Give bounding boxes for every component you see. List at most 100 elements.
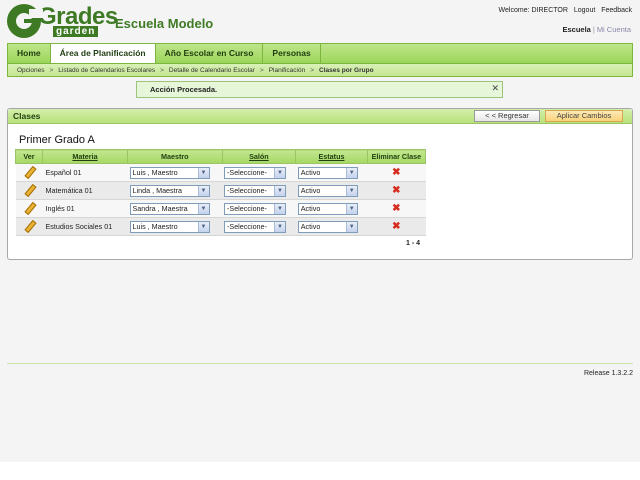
breadcrumb-separator: > (259, 67, 264, 74)
chevron-down-icon: ▼ (274, 203, 285, 214)
pencil-icon[interactable] (24, 221, 34, 231)
panel-title: Clases (13, 111, 41, 121)
column-header-salon[interactable]: Salón (221, 149, 297, 164)
column-header-materia[interactable]: Materia (42, 149, 128, 164)
materia-cell: Matemática 01 (42, 181, 128, 200)
mi-cuenta-link[interactable]: Mi Cuenta (597, 25, 631, 34)
salon-select[interactable]: -Seleccione- ▼ (224, 220, 286, 233)
estatus-select-value: Activo (300, 186, 321, 195)
table-header-row: Ver Materia Maestro Salón Estatus Elimin… (15, 149, 427, 164)
tab-ano-escolar[interactable]: Año Escolar en Curso (156, 44, 264, 63)
estatus-select[interactable]: Activo ▼ (297, 184, 358, 197)
context-separator: | (592, 25, 595, 34)
maestro-select-value: Luis , Maestro (132, 222, 178, 231)
maestro-cell: Luis , Maestro ▼ (127, 163, 222, 182)
chevron-down-icon: ▼ (345, 203, 357, 214)
welcome-text: Welcome: DIRECTOR (498, 7, 568, 14)
salon-select[interactable]: -Seleccione- ▼ (224, 202, 286, 215)
school-name: Escuela Modelo (115, 16, 214, 31)
context-links: Escuela | Mi Cuenta (563, 25, 632, 34)
salon-cell: -Seleccione- ▼ (222, 181, 296, 200)
salon-select[interactable]: -Seleccione- ▼ (224, 184, 286, 197)
edit-cell (15, 181, 43, 200)
pencil-icon[interactable] (24, 167, 34, 177)
table-row: Inglés 01 Sandra , Maestra ▼ -Seleccione-… (15, 199, 426, 218)
release-version: Release 1.3.2.2 (583, 370, 633, 377)
breadcrumb-opciones[interactable]: Opciones (17, 67, 44, 74)
materia-cell: Inglés 01 (42, 199, 128, 218)
maestro-select[interactable]: Luis , Maestro ▼ (129, 220, 210, 233)
delete-x-icon[interactable]: ✖ (392, 203, 400, 214)
maestro-select-value: Sandra , Maestra (132, 204, 188, 213)
salon-select-value: -Seleccione- (227, 222, 267, 231)
salon-select-value: -Seleccione- (227, 186, 267, 195)
pager-range: 1 - 4 (406, 240, 421, 247)
materia-cell: Estudios Sociales 01 (42, 217, 128, 236)
table-row: Estudios Sociales 01 Luis , Maestro ▼ -Se… (15, 217, 426, 236)
estatus-select-value: Activo (300, 222, 321, 231)
estatus-select[interactable]: Activo ▼ (297, 166, 358, 179)
top-links: Welcome: DIRECTOR Logout Feedback (495, 7, 632, 14)
breadcrumb-planificacion[interactable]: Planificación (269, 67, 306, 74)
column-header-maestro: Maestro (127, 149, 223, 164)
estatus-cell: Activo ▼ (295, 199, 368, 218)
column-header-ver: Ver (15, 149, 43, 164)
salon-select-value: -Seleccione- (227, 168, 267, 177)
materia-cell: Español 01 (42, 163, 128, 182)
logo-sub-text: garden (53, 26, 99, 37)
chevron-down-icon: ▼ (274, 185, 285, 196)
close-icon[interactable]: ✕ (491, 81, 499, 96)
group-title: Primer Grado A (19, 134, 95, 146)
chevron-down-icon: ▼ (345, 167, 357, 178)
chevron-down-icon: ▼ (274, 167, 285, 178)
panel-header: Clases < < Regresar Aplicar Cambios (8, 109, 632, 124)
estatus-select[interactable]: Activo ▼ (297, 202, 358, 215)
chevron-down-icon: ▼ (197, 203, 209, 214)
feedback-link[interactable]: Feedback (601, 7, 632, 14)
logo-g-gap (29, 9, 43, 18)
pencil-icon[interactable] (24, 203, 34, 213)
pencil-icon[interactable] (24, 185, 34, 195)
salon-select[interactable]: -Seleccione- ▼ (224, 166, 286, 179)
maestro-cell: Sandra , Maestra ▼ (127, 199, 222, 218)
apply-changes-button[interactable]: Aplicar Cambios (545, 110, 623, 122)
edit-cell (15, 163, 43, 182)
escuela-link[interactable]: Escuela (563, 25, 591, 34)
maestro-select[interactable]: Luis , Maestro ▼ (129, 166, 210, 179)
clases-panel: Clases < < Regresar Aplicar Cambios Prim… (7, 108, 633, 260)
edit-cell (15, 199, 43, 218)
maestro-select[interactable]: Linda , Maestra ▼ (129, 184, 210, 197)
back-button[interactable]: < < Regresar (474, 110, 540, 122)
table-row: Español 01 Luis , Maestro ▼ -Seleccione- ▼… (15, 163, 426, 182)
column-header-estatus[interactable]: Estatus (295, 149, 368, 164)
delete-cell: ✖ (367, 199, 426, 218)
breadcrumb-separator: > (310, 67, 314, 74)
classes-table: Ver Materia Maestro Salón Estatus Elimin… (15, 149, 427, 236)
maestro-select-value: Luis , Maestro (132, 168, 178, 177)
maestro-cell: Luis , Maestro ▼ (127, 217, 222, 236)
maestro-select[interactable]: Sandra , Maestra ▼ (129, 202, 210, 215)
breadcrumb-separator: > (49, 67, 54, 74)
estatus-cell: Activo ▼ (295, 163, 368, 182)
breadcrumb-separator: > (160, 67, 164, 74)
delete-cell: ✖ (367, 163, 426, 182)
delete-cell: ✖ (367, 217, 426, 236)
tab-home[interactable]: Home (8, 44, 51, 63)
tab-personas[interactable]: Personas (263, 44, 321, 63)
table-row: Matemática 01 Linda , Maestra ▼ -Seleccio… (15, 181, 426, 200)
delete-x-icon[interactable]: ✖ (392, 167, 400, 178)
chevron-down-icon: ▼ (197, 185, 209, 196)
gradesgarden-logo[interactable]: Grades garden (7, 3, 118, 38)
delete-cell: ✖ (367, 181, 426, 200)
tab-area-planificacion[interactable]: Área de Planificación (50, 44, 156, 63)
edit-cell (15, 217, 43, 236)
breadcrumb-detalle-calendario[interactable]: Detalle de Calendario Escolar (169, 67, 255, 74)
logout-link[interactable]: Logout (574, 7, 595, 14)
delete-x-icon[interactable]: ✖ (392, 185, 400, 196)
estatus-select[interactable]: Activo ▼ (297, 220, 358, 233)
breadcrumb-listado-calendarios[interactable]: Listado de Calendarios Escolares (58, 67, 155, 74)
message-text: Acción Procesada. (150, 85, 218, 94)
estatus-cell: Activo ▼ (295, 181, 368, 200)
delete-x-icon[interactable]: ✖ (392, 221, 400, 232)
estatus-cell: Activo ▼ (295, 217, 368, 236)
